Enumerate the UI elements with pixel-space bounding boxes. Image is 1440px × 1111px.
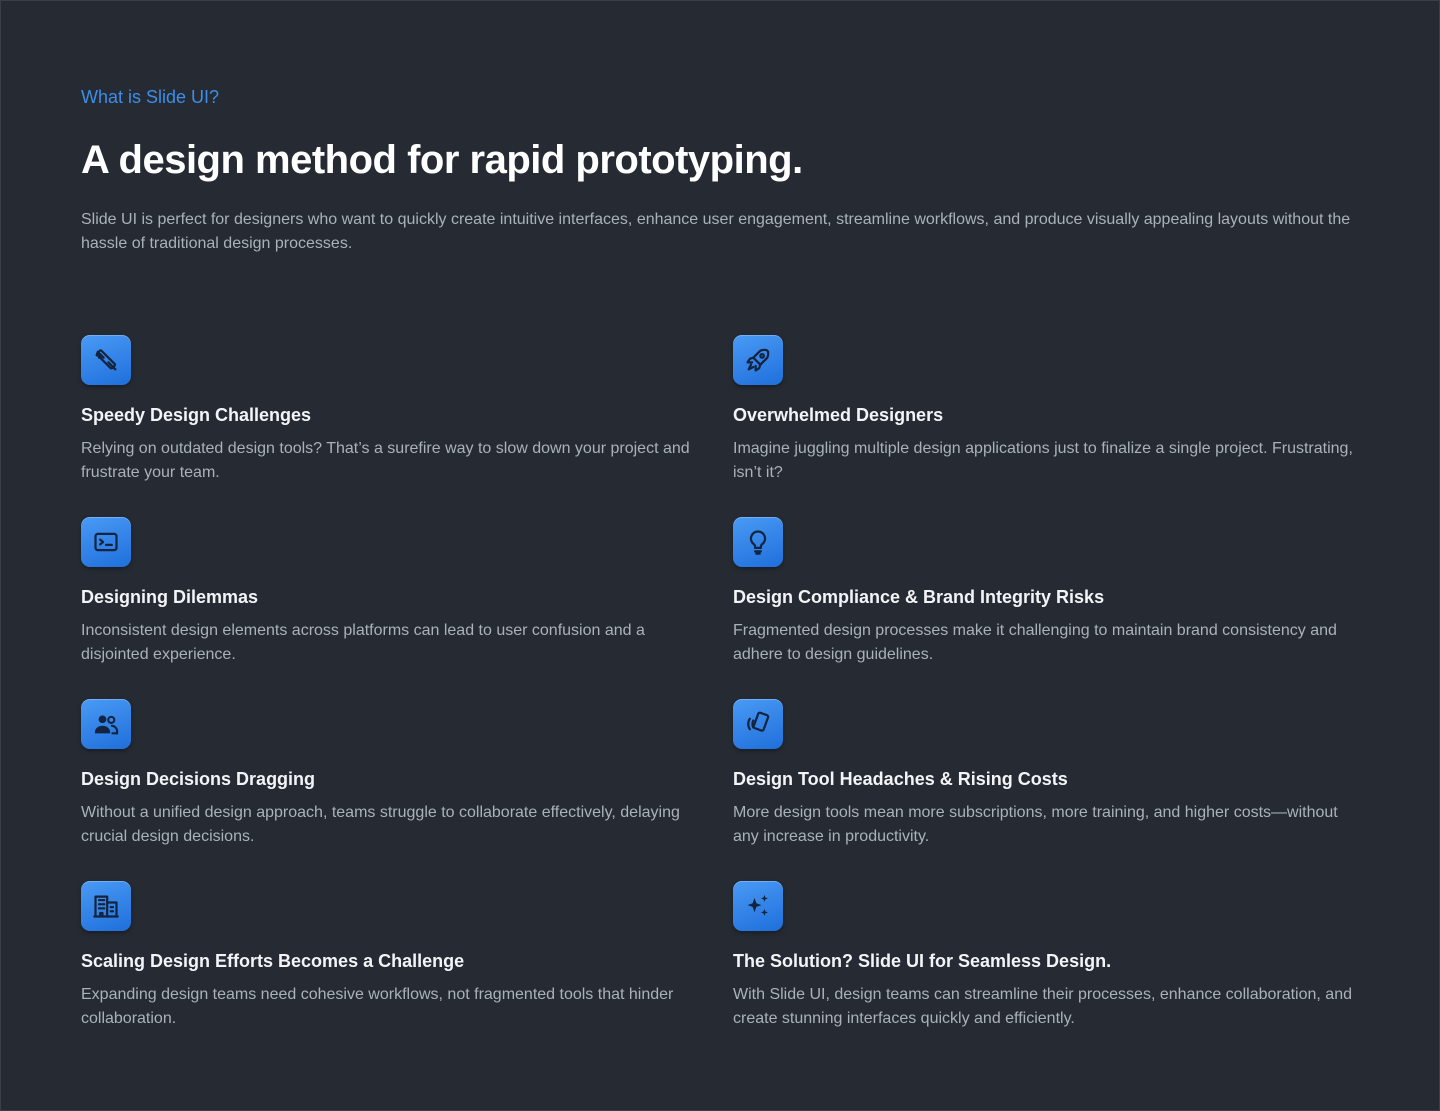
rocket-icon — [733, 335, 783, 385]
contactless-card-icon — [733, 699, 783, 749]
sparkles-icon — [733, 881, 783, 931]
section-intro: Slide UI is perfect for designers who wa… — [81, 211, 1351, 252]
feature-title: Design Compliance & Brand Integrity Risk… — [733, 587, 1105, 607]
feature-title: Overwhelmed Designers — [733, 405, 944, 425]
section-eyebrow: What is Slide UI? — [81, 87, 220, 107]
feature-description: Inconsistent design elements across plat… — [81, 622, 645, 663]
people-icon — [81, 699, 131, 749]
feature-description: Imagine juggling multiple design applica… — [733, 440, 1353, 481]
feature-description: More design tools mean more subscription… — [733, 804, 1338, 845]
feature-description: Without a unified design approach, teams… — [81, 804, 680, 845]
feature-title: The Solution? Slide UI for Seamless Desi… — [733, 951, 1112, 971]
feature-description: Expanding design teams need cohesive wor… — [81, 986, 674, 1027]
building-icon — [81, 881, 131, 931]
feature-title: Speedy Design Challenges — [81, 405, 312, 425]
lightbulb-icon — [733, 517, 783, 567]
feature-title: Design Decisions Dragging — [81, 769, 316, 789]
feature-description: Fragmented design processes make it chal… — [733, 622, 1337, 663]
feature-title: Scaling Design Efforts Becomes a Challen… — [81, 951, 465, 971]
design-tools-icon — [81, 335, 131, 385]
feature-title: Designing Dilemmas — [81, 587, 259, 607]
feature-description: With Slide UI, design teams can streamli… — [733, 986, 1352, 1027]
terminal-window-icon — [81, 517, 131, 567]
section-headline: A design method for rapid prototyping. — [81, 138, 803, 182]
feature-description: Relying on outdated design tools? That’s… — [81, 440, 690, 481]
feature-title: Design Tool Headaches & Rising Costs — [733, 769, 1068, 789]
